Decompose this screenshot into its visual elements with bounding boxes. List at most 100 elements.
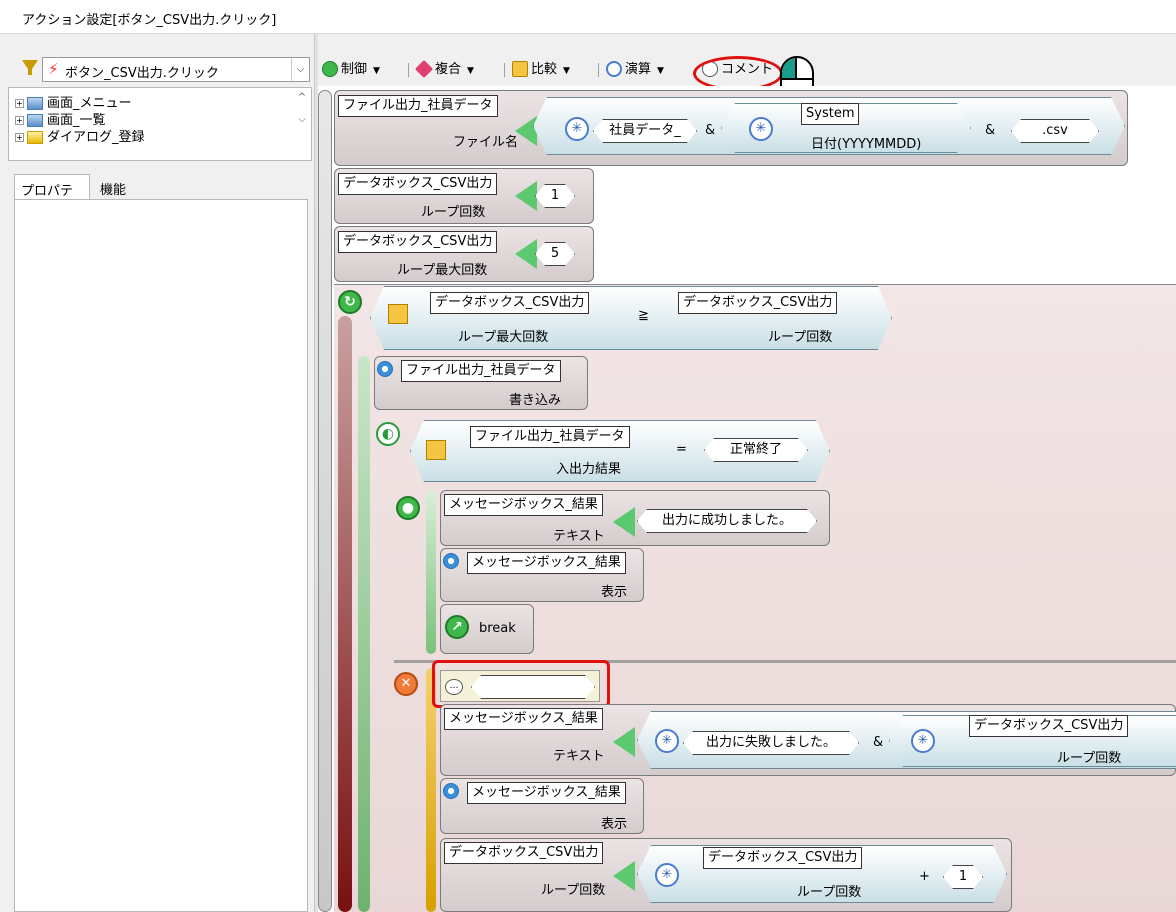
write-action-block[interactable]: ファイル出力_社員データ 書き込み: [374, 356, 588, 410]
highlight-rect: [432, 660, 610, 708]
control-button[interactable]: 制御 ▼: [322, 57, 380, 83]
right-operand-label: データボックス_CSV出力: [678, 292, 838, 314]
event-select-value: ボタン_CSV出力.クリック: [65, 66, 219, 81]
object-tree[interactable]: + 画面_メニュー + 画面_一覧 + ダイアログ_登録 ^ ⌵: [8, 87, 312, 161]
toolbar-separator: [504, 63, 505, 77]
string-literal[interactable]: 社員データ_: [593, 119, 697, 143]
tree-item-dialog[interactable]: + ダイアログ_登録: [15, 126, 145, 145]
method-label: 書き込み: [509, 393, 562, 408]
date-format-label: 日付(YYYYMMDD): [811, 137, 922, 152]
assign-arrow-icon: [515, 239, 537, 269]
concat-operator: &: [705, 123, 716, 138]
target-label: データボックス_CSV出力: [338, 231, 498, 253]
compound-button[interactable]: 複合 ▼: [414, 57, 474, 83]
gear-icon: [443, 553, 459, 569]
tab-properties[interactable]: プロパティ: [14, 174, 90, 218]
operand-label: データボックス_CSV出力: [703, 847, 863, 869]
property-panel: [14, 199, 308, 912]
tab-functions[interactable]: 機能: [94, 174, 144, 200]
window-title: アクション設定[ボタン_CSV出力.クリック]: [22, 13, 277, 28]
show-msgbox-block[interactable]: メッセージボックス_結果 表示: [440, 778, 644, 834]
calc-icon: ✳: [911, 729, 935, 753]
concat-operator: &: [985, 123, 996, 138]
filter-icon-stem: [28, 66, 32, 75]
assign-fail-text-block[interactable]: メッセージボックス_結果 テキスト ✳ 出力に失敗しました。 & ✳ データボッ…: [440, 704, 1176, 776]
gear-icon: [377, 361, 393, 377]
lightning-icon: ⚡: [48, 60, 59, 78]
right-operand-prop: ループ回数: [768, 330, 833, 345]
operand-label: データボックス_CSV出力: [969, 715, 1129, 737]
loop-rail: [338, 316, 352, 912]
prop-label: ループ最大回数: [397, 263, 488, 278]
event-select[interactable]: ⚡ ボタン_CSV出力.クリック ⌵: [42, 57, 310, 82]
break-block[interactable]: ↗ break: [440, 604, 534, 654]
eq-operator: =: [676, 442, 687, 457]
compare-button[interactable]: 比較 ▼: [512, 57, 570, 83]
toolbar-separator: [408, 63, 409, 77]
target-label: メッセージボックス_結果: [467, 782, 626, 804]
method-label: 表示: [601, 585, 628, 600]
expand-icon[interactable]: +: [15, 116, 24, 125]
else-icon[interactable]: ✕: [394, 672, 418, 696]
string-literal[interactable]: 出力に成功しました。: [637, 509, 817, 533]
then-icon[interactable]: ●: [396, 496, 420, 520]
concat-operator: &: [873, 735, 884, 750]
window-title-bar: アクション設定[ボタン_CSV出力.クリック]: [0, 0, 1176, 34]
action-workspace[interactable]: ファイル出力_社員データ ファイル名 ✳ 社員データ_ & ✳ System 日…: [318, 86, 1176, 912]
prop-label: ループ回数: [541, 883, 606, 898]
operand-prop: ループ回数: [797, 885, 862, 900]
tree-scrollbar[interactable]: ^ ⌵: [295, 92, 309, 125]
gear-icon: [443, 783, 459, 799]
prop-label: ファイル名: [453, 135, 519, 150]
left-operand-prop: ループ最大回数: [458, 330, 549, 345]
target-label: データボックス_CSV出力: [338, 173, 498, 195]
assign-loop-count-block[interactable]: データボックス_CSV出力 ループ回数 1: [334, 168, 594, 224]
assign-loop-max-block[interactable]: データボックス_CSV出力 ループ最大回数 5: [334, 226, 594, 282]
expand-icon[interactable]: +: [15, 133, 24, 142]
calc-icon: ✳: [749, 117, 773, 141]
tree-item-list[interactable]: + 画面_一覧: [15, 109, 106, 128]
increment-loop-count-block[interactable]: データボックス_CSV出力 ループ回数 ✳ データボックス_CSV出力 ループ回…: [440, 838, 1012, 912]
root-rail: [318, 90, 332, 912]
system-label: System: [801, 103, 860, 125]
method-label: 表示: [601, 817, 628, 832]
expand-icon[interactable]: +: [15, 99, 24, 108]
left-operand-prop: 入出力結果: [556, 462, 622, 477]
string-literal[interactable]: .csv: [1011, 119, 1099, 143]
assign-filename-block[interactable]: ファイル出力_社員データ ファイル名 ✳ 社員データ_ & ✳ System 日…: [334, 90, 1128, 166]
left-operand-label: データボックス_CSV出力: [430, 292, 590, 314]
chevron-down-icon[interactable]: ⌵: [291, 58, 309, 81]
calc-icon: [606, 60, 622, 77]
calc-button[interactable]: 演算 ▼: [606, 57, 664, 83]
number-literal[interactable]: 5: [535, 242, 575, 266]
dialog-icon: [27, 131, 43, 144]
calc-icon: ✳: [655, 729, 679, 753]
target-label: メッセージボックス_結果: [444, 708, 603, 730]
assign-arrow-icon: [613, 861, 635, 891]
string-literal[interactable]: 出力に失敗しました。: [683, 731, 859, 755]
target-label: メッセージボックス_結果: [467, 552, 626, 574]
target-label: ファイル出力_社員データ: [401, 360, 561, 382]
inner-rail: [358, 356, 370, 912]
show-msgbox-block[interactable]: メッセージボックス_結果 表示: [440, 548, 644, 602]
left-operand-label: ファイル出力_社員データ: [470, 426, 630, 448]
number-literal[interactable]: 1: [535, 184, 575, 208]
prop-label: テキスト: [553, 749, 605, 764]
compare-icon: [426, 440, 446, 460]
target-label: メッセージボックス_結果: [444, 494, 603, 516]
break-icon: ↗: [445, 615, 469, 639]
calc-icon: ✳: [655, 863, 679, 887]
target-label: ファイル出力_社員データ: [338, 95, 498, 117]
compare-icon: [388, 304, 408, 324]
toolbar-separator: [598, 63, 599, 77]
target-label: データボックス_CSV出力: [444, 842, 604, 864]
gte-operator: ≧: [638, 308, 649, 323]
compare-icon: [512, 60, 528, 77]
string-literal[interactable]: 正常終了: [704, 438, 808, 462]
calc-icon: ✳: [565, 117, 589, 141]
tree-item-menu[interactable]: + 画面_メニュー: [15, 92, 132, 111]
if-icon[interactable]: ◐: [376, 422, 400, 446]
break-label: break: [479, 621, 516, 636]
assign-success-text-block[interactable]: メッセージボックス_結果 テキスト 出力に成功しました。: [440, 490, 830, 546]
loop-icon[interactable]: ↻: [338, 290, 362, 314]
